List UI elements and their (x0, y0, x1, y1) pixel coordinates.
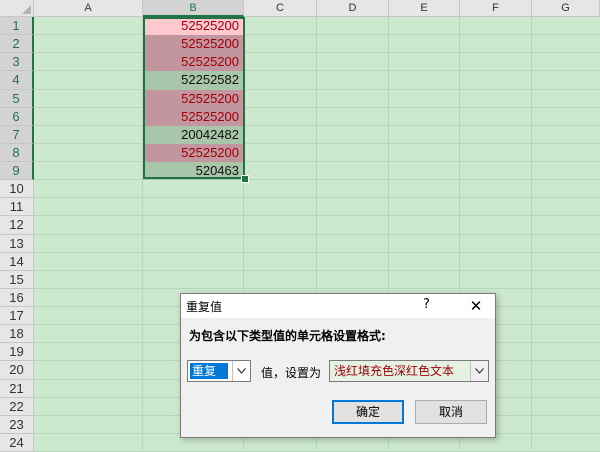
row-header-14[interactable]: 14 (0, 252, 34, 271)
cell-b9[interactable]: 520463 (143, 162, 244, 181)
value-type-select[interactable]: 重复 (187, 360, 251, 382)
row-header-16[interactable]: 16 (0, 288, 34, 307)
chevron-down-icon[interactable] (232, 361, 250, 381)
row-header-2[interactable]: 2 (0, 35, 34, 54)
gridline-row (34, 197, 600, 199)
column-header-g[interactable]: G (532, 0, 600, 17)
gridline-row (34, 161, 600, 162)
gridline-row (34, 179, 600, 181)
row-header-18[interactable]: 18 (0, 325, 34, 344)
cell-b8[interactable]: 52525200 (143, 143, 244, 162)
row-header-17[interactable]: 17 (0, 307, 34, 326)
help-button[interactable]: ? (423, 297, 430, 312)
gridline-row (34, 233, 600, 235)
close-button[interactable]: ✕ (465, 296, 487, 316)
column-header-d[interactable]: D (317, 0, 389, 17)
cell-b6[interactable]: 52525200 (143, 107, 244, 126)
row-header-15[interactable]: 15 (0, 270, 34, 289)
row-header-13[interactable]: 13 (0, 234, 34, 253)
row-header-23[interactable]: 23 (0, 415, 34, 434)
cell-b3[interactable]: 52525200 (143, 53, 244, 72)
gridline-column (531, 17, 532, 450)
row-header-7[interactable]: 7 (0, 125, 34, 144)
row-header-19[interactable]: 19 (0, 343, 34, 362)
row-header-8[interactable]: 8 (0, 143, 34, 162)
column-header-c[interactable]: C (244, 0, 317, 17)
dialog-title: 重复值 (186, 300, 223, 314)
row-header-5[interactable]: 5 (0, 89, 34, 108)
row-header-11[interactable]: 11 (0, 198, 34, 217)
gridline-row (34, 88, 600, 90)
gridline-row (34, 142, 600, 144)
format-selected: 浅红填充色深红色文本 (334, 364, 455, 378)
column-header-a[interactable]: A (34, 0, 143, 17)
format-select[interactable]: 浅红填充色深红色文本 (329, 360, 489, 382)
row-header-20[interactable]: 20 (0, 361, 34, 380)
cancel-button[interactable]: 取消 (415, 400, 487, 424)
gridline-row (34, 52, 600, 54)
dialog-prompt: 为包含以下类型值的单元格设置格式: (189, 329, 386, 343)
gridline-row (34, 70, 600, 72)
row-header-24[interactable]: 24 (0, 433, 34, 452)
column-header-f[interactable]: F (460, 0, 532, 17)
gridline-row (34, 251, 600, 253)
row-header-6[interactable]: 6 (0, 107, 34, 126)
row-header-4[interactable]: 4 (0, 71, 34, 90)
cell-b5[interactable]: 52525200 (143, 89, 244, 108)
row-header-1[interactable]: 1 (0, 17, 34, 36)
set-to-label: 值，设置为 (261, 366, 322, 380)
gridline-row (34, 34, 600, 36)
ok-button[interactable]: 确定 (332, 400, 404, 424)
select-all-corner[interactable] (0, 0, 34, 17)
row-header-12[interactable]: 12 (0, 216, 34, 235)
gridline-row (34, 287, 600, 289)
row-header-22[interactable]: 22 (0, 397, 34, 416)
row-header-9[interactable]: 9 (0, 162, 34, 181)
gridline-row (34, 106, 600, 108)
dialog-titlebar: 重复值 ? ✕ (181, 294, 495, 318)
row-header-21[interactable]: 21 (0, 379, 34, 398)
cell-b1[interactable]: 52525200 (143, 17, 244, 36)
gridline-row (34, 269, 600, 271)
gridline-row (34, 215, 600, 217)
row-header-3[interactable]: 3 (0, 53, 34, 72)
chevron-down-icon[interactable] (470, 361, 488, 381)
cell-b4[interactable]: 52252582 (143, 71, 244, 90)
column-header-b[interactable]: B (143, 0, 244, 17)
cell-b7[interactable]: 20042482 (143, 125, 244, 144)
cell-b2[interactable]: 52525200 (143, 35, 244, 54)
gridline-row (34, 124, 600, 126)
row-header-10[interactable]: 10 (0, 180, 34, 199)
value-type-selected: 重复 (190, 363, 228, 379)
fill-handle[interactable] (241, 175, 249, 183)
column-header-e[interactable]: E (389, 0, 460, 17)
duplicate-values-dialog: 重复值 ? ✕ 为包含以下类型值的单元格设置格式: 重复 值，设置为 浅红填充色… (180, 293, 496, 438)
